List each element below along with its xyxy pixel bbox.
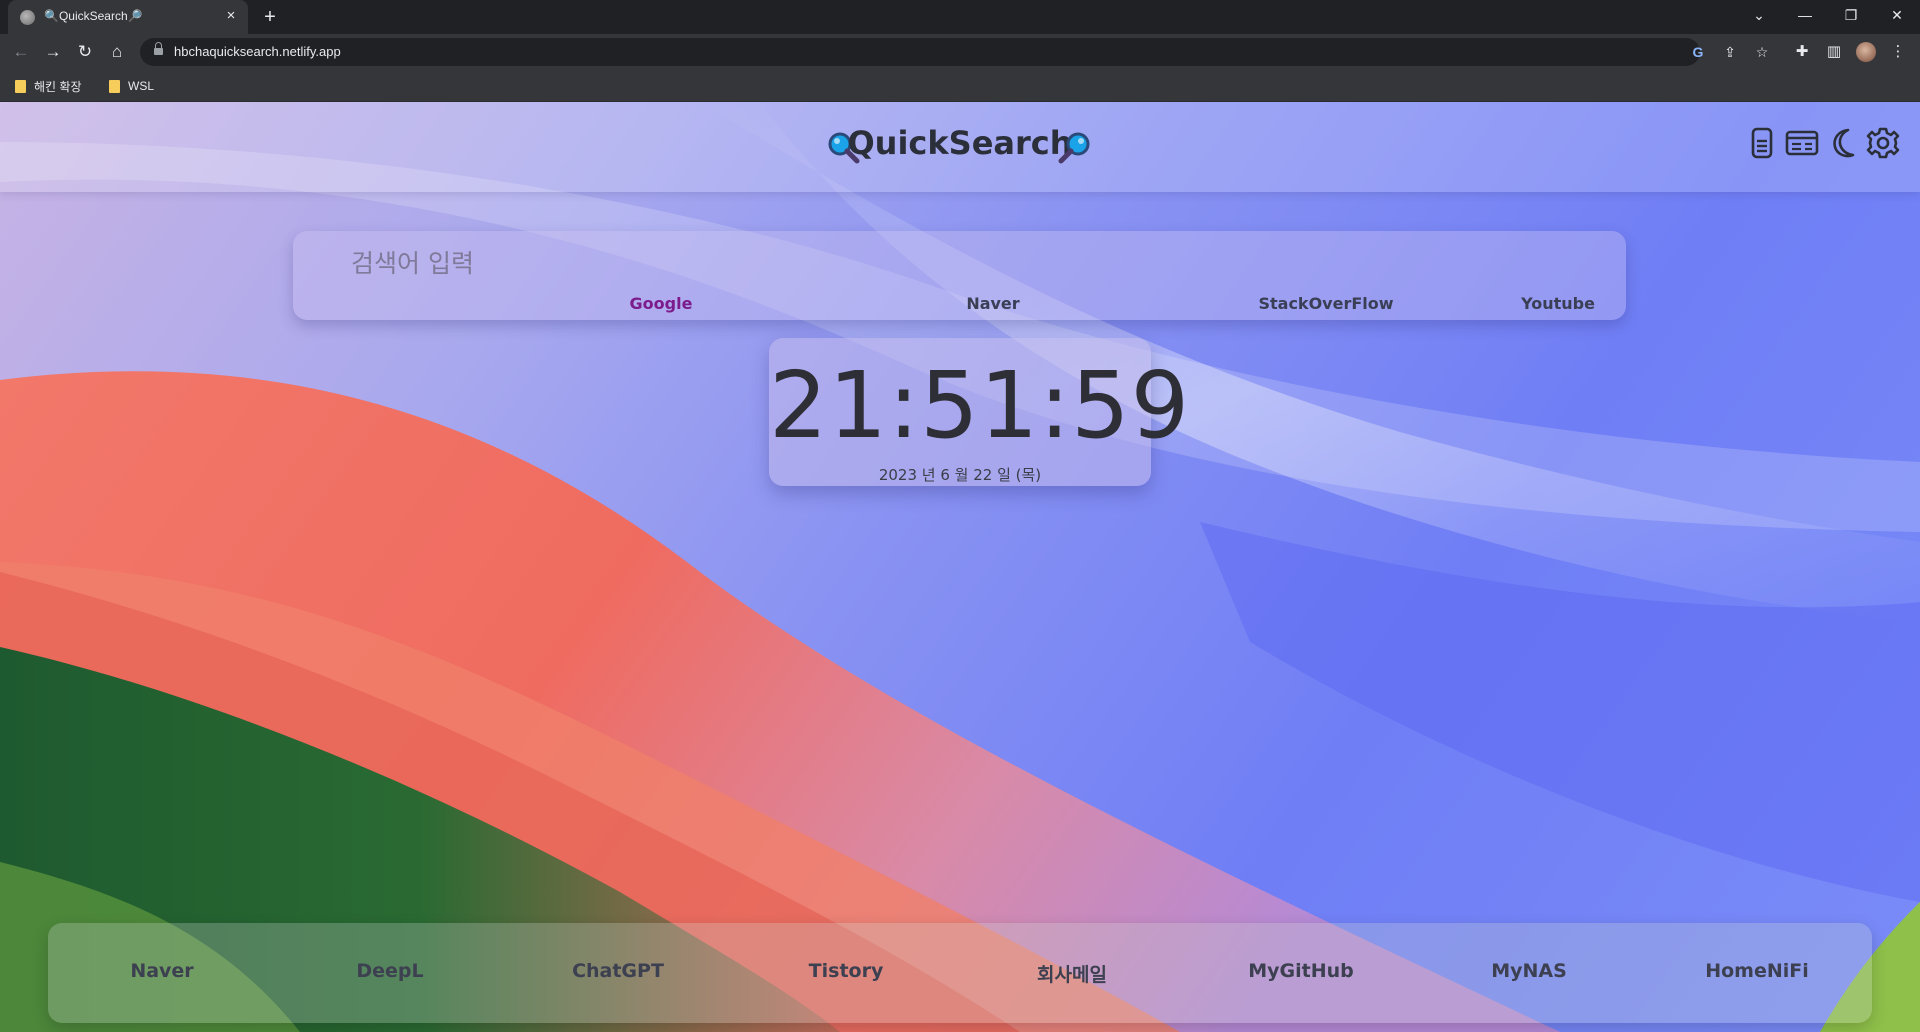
tab-close-icon[interactable]: × [222, 7, 240, 25]
engine-stackoverflow[interactable]: StackOverFlow [1226, 294, 1426, 313]
page-content: QuickSearch 검색어 입력 Google Naver StackOve… [0, 102, 1920, 1032]
clock-time: 21:51:59 [769, 352, 1191, 459]
link-naver[interactable]: Naver [72, 960, 252, 982]
tab-search-icon[interactable]: ⌄ [1736, 0, 1782, 30]
link-mynas[interactable]: MyNAS [1439, 960, 1619, 982]
magnifier-right-icon [1058, 132, 1090, 164]
search-panel: Google Naver StackOverFlow Youtube [293, 231, 1626, 320]
bookmark-folder-1[interactable]: 해킨 확장 [15, 77, 82, 95]
link-deepl[interactable]: DeepL [300, 960, 480, 982]
reload-icon[interactable]: ↻ [73, 40, 97, 64]
bookmark-label: 해킨 확장 [34, 79, 82, 94]
link-mygithub[interactable]: MyGitHub [1211, 960, 1391, 982]
bookmark-label: WSL [128, 79, 155, 93]
browser-tab[interactable]: 🔍QuickSearch🔎 × [8, 0, 248, 34]
search-input[interactable] [351, 245, 1551, 281]
tab-favicon-icon [20, 10, 35, 25]
url-text[interactable]: hbchaquicksearch.netlify.app [174, 44, 341, 59]
link-tistory[interactable]: Tistory [756, 960, 936, 982]
google-lens-icon[interactable]: G [1688, 42, 1708, 62]
new-tab-button[interactable]: + [258, 5, 282, 29]
bookmark-folder-2[interactable]: WSL [109, 77, 154, 95]
link-chatgpt[interactable]: ChatGPT [528, 960, 708, 982]
page-title: QuickSearch [847, 124, 1073, 162]
engine-youtube[interactable]: Youtube [1458, 294, 1658, 313]
clock-date: 2023 년 6 월 22 일 (목) [878, 466, 1042, 484]
close-window-icon[interactable]: ✕ [1874, 0, 1920, 30]
star-icon[interactable]: ☆ [1752, 42, 1772, 62]
restore-icon[interactable]: ❐ [1828, 0, 1874, 30]
browser-toolbar: ← → ↻ ⌂ hbchaquicksearch.netlify.app G ⇪… [0, 34, 1920, 70]
minimize-icon[interactable]: — [1782, 0, 1828, 30]
address-bar[interactable]: hbchaquicksearch.netlify.app G ⇪ ☆ [140, 38, 1768, 66]
site-header: QuickSearch [0, 102, 1920, 192]
tab-title: 🔍QuickSearch🔎 [44, 9, 143, 23]
menu-icon[interactable]: ⋮ [1886, 40, 1910, 64]
lock-icon [154, 42, 163, 57]
quick-links-bar: Naver DeepL ChatGPT Tistory 회사메일 MyGitHu… [48, 923, 1872, 1023]
extensions-icon[interactable]: ✚ [1790, 40, 1814, 64]
moon-icon[interactable] [1826, 126, 1860, 160]
memo-icon[interactable] [1745, 126, 1779, 160]
card-icon[interactable] [1785, 126, 1819, 160]
clock-card: 21:51:59 2023 년 6 월 22 일 (목) [769, 338, 1191, 486]
folder-icon [15, 79, 26, 93]
side-panel-icon[interactable]: ▥ [1822, 40, 1846, 64]
back-icon[interactable]: ← [9, 40, 33, 64]
share-icon[interactable]: ⇪ [1720, 42, 1740, 62]
home-icon[interactable]: ⌂ [105, 40, 129, 64]
engine-google[interactable]: Google [561, 294, 761, 313]
profile-avatar[interactable] [1856, 42, 1876, 62]
folder-icon [109, 79, 120, 93]
link-homenifi[interactable]: HomeNiFi [1667, 960, 1847, 982]
gear-icon[interactable] [1866, 126, 1900, 160]
browser-titlebar: 🔍QuickSearch🔎 × + ⌄ — ❐ ✕ [0, 0, 1920, 34]
engine-naver[interactable]: Naver [893, 294, 1093, 313]
bookmarks-bar: 해킨 확장 WSL [0, 70, 1920, 102]
forward-icon[interactable]: → [41, 40, 65, 64]
link-company-mail[interactable]: 회사메일 [982, 960, 1162, 987]
